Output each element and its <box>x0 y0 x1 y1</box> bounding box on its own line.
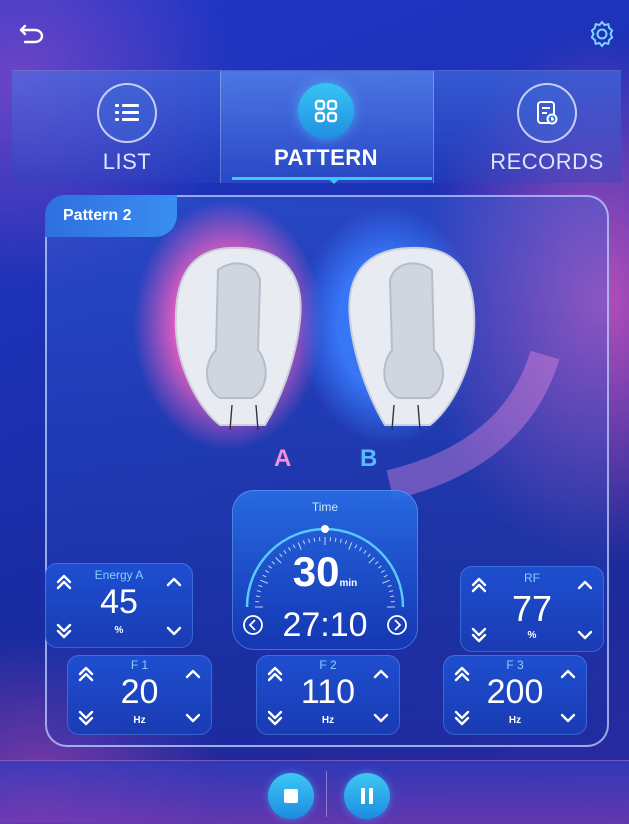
pattern-name-tag: Pattern 2 <box>45 195 177 237</box>
gear-icon[interactable] <box>584 16 620 52</box>
pad-a-image[interactable] <box>160 240 310 440</box>
bottom-bar <box>0 760 629 824</box>
f2-down-icon[interactable] <box>372 709 390 727</box>
f2-fast-up-icon[interactable] <box>266 665 284 683</box>
rf-up-icon[interactable] <box>576 576 594 594</box>
time-dial-tick <box>314 538 315 542</box>
energy-a-fast-up-icon[interactable] <box>55 573 73 591</box>
time-dial-tick <box>345 540 346 544</box>
tab-list[interactable]: LIST <box>52 71 202 183</box>
f1-fast-up-icon[interactable] <box>77 665 95 683</box>
tab-records[interactable]: RECORDS <box>472 71 622 183</box>
f2-fast-down-icon[interactable] <box>266 709 284 727</box>
pad-b-label: B <box>360 445 377 473</box>
active-tab-caret <box>328 178 340 184</box>
f3-fast-up-icon[interactable] <box>453 665 471 683</box>
time-dial-tick <box>340 539 341 543</box>
f3-up-icon[interactable] <box>559 665 577 683</box>
rf-down-icon[interactable] <box>576 626 594 644</box>
f3-down-icon[interactable] <box>559 709 577 727</box>
time-panel: Time 30min 27:10 <box>232 490 418 650</box>
energy-a-up-icon[interactable] <box>165 573 183 591</box>
pad-a-label: A <box>274 445 291 473</box>
time-total-group: 30min <box>232 548 418 596</box>
list-icon <box>97 83 157 143</box>
time-dial-tick <box>309 539 310 543</box>
energy-a-down-icon[interactable] <box>165 622 183 640</box>
time-increase-icon[interactable] <box>386 614 408 636</box>
pause-button[interactable] <box>344 773 390 819</box>
back-arrow-icon[interactable] <box>14 16 50 52</box>
f3-fast-down-icon[interactable] <box>453 709 471 727</box>
time-dial-tick <box>256 596 260 597</box>
time-dial-tick <box>390 596 394 597</box>
tab-bar: LIST PATTERN RECORDS <box>12 70 621 183</box>
tab-pattern[interactable]: PATTERN <box>251 71 401 183</box>
rf-value: 77 <box>460 588 604 630</box>
rf-fast-up-icon[interactable] <box>470 576 488 594</box>
grid-icon <box>298 83 354 139</box>
divider <box>326 771 327 817</box>
records-icon <box>517 83 577 143</box>
tab-records-label: RECORDS <box>490 149 604 175</box>
f1-fast-down-icon[interactable] <box>77 709 95 727</box>
tab-list-label: LIST <box>103 149 151 175</box>
time-dial-indicator[interactable] <box>321 525 329 533</box>
time-total-unit: min <box>339 578 357 589</box>
tab-pattern-label: PATTERN <box>274 145 378 171</box>
stop-button[interactable] <box>268 773 314 819</box>
stop-icon <box>284 789 298 803</box>
time-dial-tick <box>303 540 304 544</box>
time-total-value: 30 <box>293 548 340 595</box>
pad-b-image[interactable] <box>340 240 490 440</box>
top-bar <box>0 0 629 70</box>
f1-up-icon[interactable] <box>184 665 202 683</box>
f1-down-icon[interactable] <box>184 709 202 727</box>
rf-fast-down-icon[interactable] <box>470 626 488 644</box>
time-dial-tick <box>335 538 336 542</box>
f2-up-icon[interactable] <box>372 665 390 683</box>
energy-a-fast-down-icon[interactable] <box>55 622 73 640</box>
pause-icon <box>361 788 373 804</box>
